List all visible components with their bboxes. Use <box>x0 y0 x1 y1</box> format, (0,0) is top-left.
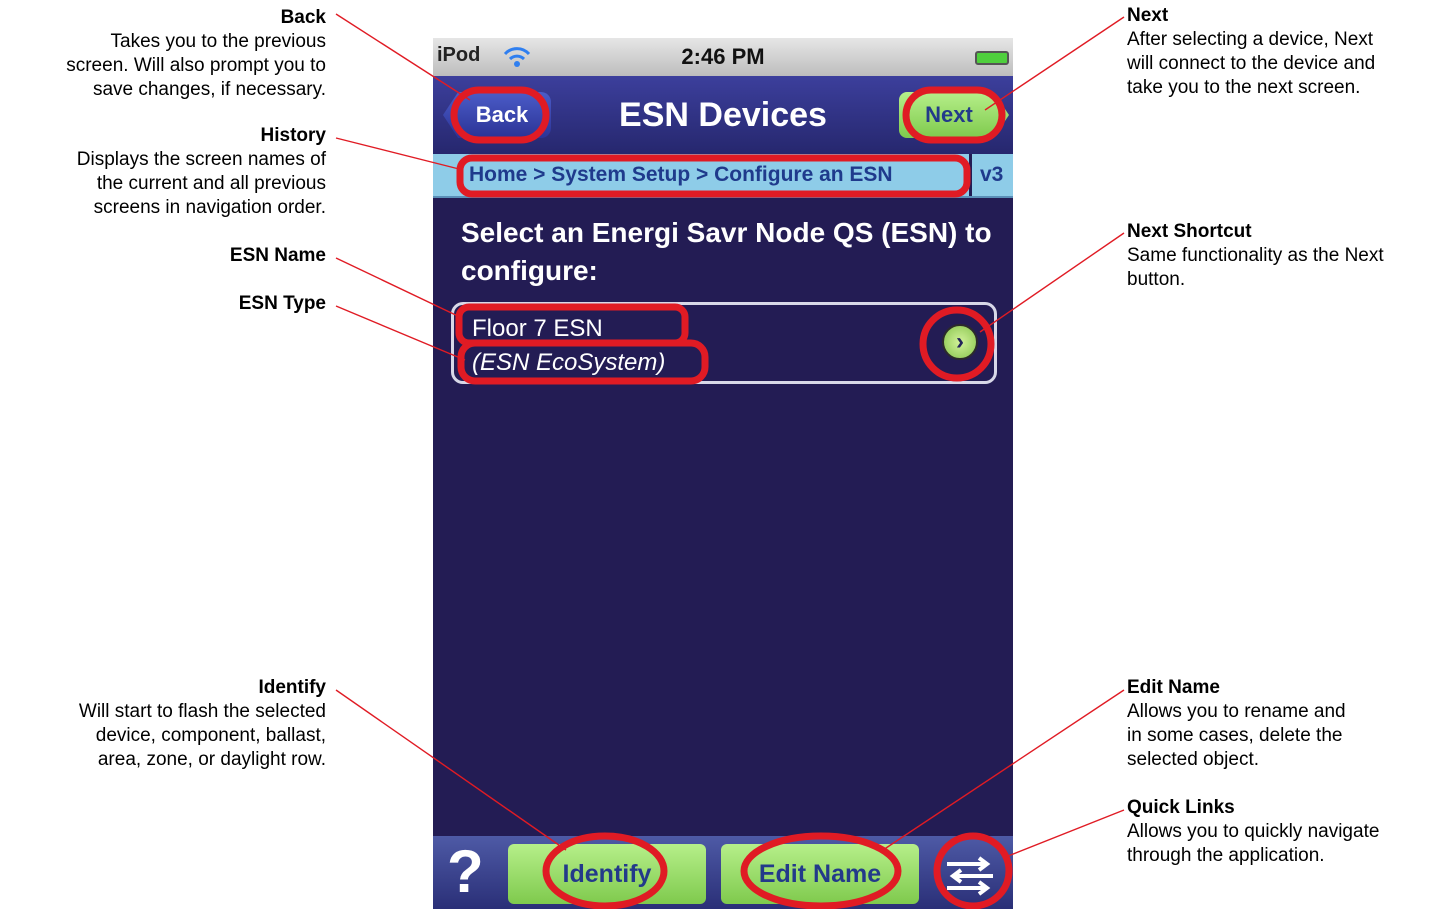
help-button[interactable]: ? <box>447 840 484 904</box>
chevron-right-icon: › <box>956 328 964 355</box>
esn-name-annotation: ESN Name <box>230 244 326 268</box>
next-shortcut-button[interactable]: › <box>942 324 978 360</box>
history-annotation-line: screens in navigation order. <box>93 197 326 218</box>
next-annotation-title: Next <box>1127 5 1169 26</box>
nav-bar: Back ESN Devices Next <box>433 76 1013 154</box>
select-prompt: Select an Energi Savr Node QS (ESN) to c… <box>461 217 992 286</box>
battery-icon <box>975 51 1009 65</box>
quick-links-icon[interactable] <box>935 846 1005 902</box>
back-annotation-line: screen. Will also prompt you to <box>66 55 326 76</box>
quick-links-annotation-line: Allows you to quickly navigate <box>1127 821 1380 842</box>
identify-annotation-line: device, component, ballast, <box>95 725 326 746</box>
device-list-item[interactable]: Floor 7 ESN (ESN EcoSystem) › <box>451 302 997 384</box>
history-path[interactable]: Home > System Setup > Configure an ESN <box>469 163 893 187</box>
edit-name-button[interactable]: Edit Name <box>721 844 919 904</box>
next-annotation-line: take you to the next screen. <box>1127 77 1361 98</box>
back-annotation-line: Takes you to the previous <box>110 31 326 52</box>
next-shortcut-annotation-line: Same functionality as the Next <box>1127 245 1384 266</box>
identify-button[interactable]: Identify <box>508 844 706 904</box>
history-annotation: History Displays the screen names of the… <box>77 124 326 220</box>
next-annotation-line: will connect to the device and <box>1127 53 1376 74</box>
leader-line-quick-links <box>1002 809 1125 859</box>
quick-links-annotation-line: through the application. <box>1127 845 1325 866</box>
edit-name-annotation-line: in some cases, delete the <box>1127 725 1343 746</box>
history-annotation-title: History <box>260 125 326 146</box>
next-button[interactable]: Next <box>899 92 1009 138</box>
device-type: (ESN EcoSystem) <box>472 349 666 376</box>
next-annotation-line: After selecting a device, Next <box>1127 29 1374 50</box>
version-tag: v3 <box>969 154 1013 196</box>
identify-annotation-line: area, zone, or daylight row. <box>97 749 326 770</box>
identify-annotation-line: Will start to flash the selected <box>78 701 326 722</box>
esn-type-annotation-title: ESN Type <box>238 293 326 314</box>
edit-name-annotation: Edit Name Allows you to rename and in so… <box>1127 676 1346 772</box>
identify-annotation-title: Identify <box>258 677 326 698</box>
next-shortcut-annotation: Next Shortcut Same functionality as the … <box>1127 220 1384 292</box>
status-time: 2:46 PM <box>681 44 765 69</box>
back-annotation-title: Back <box>280 7 326 28</box>
device-name: Floor 7 ESN <box>472 315 603 342</box>
next-annotation: Next After selecting a device, Next will… <box>1127 4 1375 100</box>
next-shortcut-annotation-line: button. <box>1127 269 1186 290</box>
edit-name-annotation-line: selected object. <box>1127 749 1260 770</box>
history-annotation-line: the current and all previous <box>96 173 326 194</box>
quick-links-annotation: Quick Links Allows you to quickly naviga… <box>1127 796 1379 868</box>
back-annotation: Back Takes you to the previous screen. W… <box>66 6 326 102</box>
identify-annotation: Identify Will start to flash the selecte… <box>79 676 326 772</box>
back-annotation-line: save changes, if necessary. <box>92 79 326 100</box>
esn-type-annotation: ESN Type <box>239 292 326 316</box>
edit-name-annotation-line: Allows you to rename and <box>1127 701 1346 722</box>
status-bar: iPod 2:46 PM <box>433 38 1013 76</box>
phone-screen: iPod 2:46 PM Back ESN Devices Next Home … <box>433 38 1013 909</box>
bottom-toolbar: ? Identify Edit Name <box>433 836 1013 909</box>
edit-name-annotation-title: Edit Name <box>1127 677 1220 698</box>
esn-name-annotation-title: ESN Name <box>229 245 326 266</box>
quick-links-annotation-title: Quick Links <box>1127 797 1235 818</box>
history-breadcrumb: Home > System Setup > Configure an ESN v… <box>433 154 1013 198</box>
next-shortcut-annotation-title: Next Shortcut <box>1127 221 1252 242</box>
history-annotation-line: Displays the screen names of <box>76 149 326 170</box>
